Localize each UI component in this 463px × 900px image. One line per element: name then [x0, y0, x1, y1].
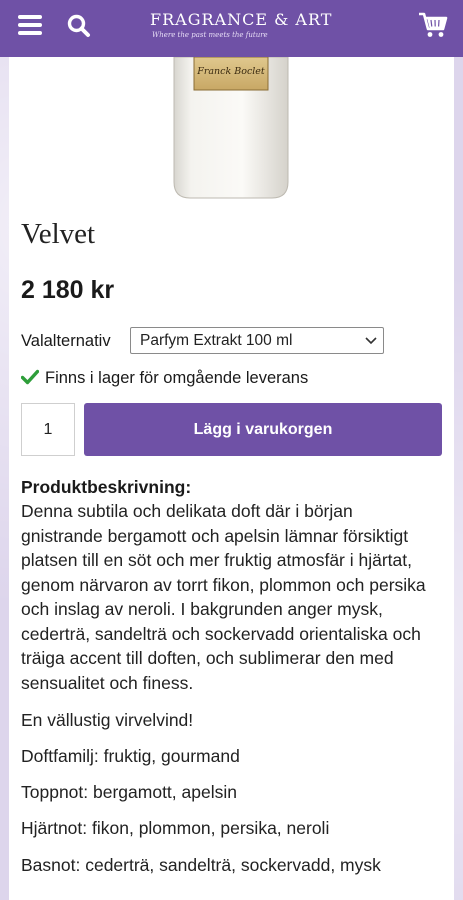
shopping-cart-icon[interactable] — [418, 11, 448, 39]
quantity-input[interactable]: 1 — [21, 403, 75, 456]
product-title: Velvet — [21, 218, 96, 250]
logo-tagline: Where the past meets the future — [152, 31, 268, 39]
stock-status-text: Finns i lager för omgående leverans — [45, 369, 309, 387]
description-line: cederträ, sandelträ och sockervadd orien… — [21, 623, 421, 644]
site-logo[interactable]: FRAGRANCE & ART Where the past meets the… — [150, 10, 333, 40]
hamburger-menu-icon[interactable] — [18, 15, 42, 35]
product-price: 2 180 kr — [21, 276, 115, 304]
chevron-down-icon — [365, 337, 377, 345]
variant-select[interactable]: Parfym Extrakt 100 ml — [130, 327, 384, 354]
variant-label: Valalternativ — [21, 332, 111, 350]
description-body: Denna subtila och delikata doft där i bö… — [21, 499, 441, 695]
heart-notes: Hjärtnot: fikon, plommon, persika, nerol… — [21, 818, 330, 838]
checkmark-icon — [21, 369, 39, 385]
fragrance-family: Doftfamilj: fruktig, gourmand — [21, 746, 240, 766]
description-line: platsen till en söt och mer fruktig atmo… — [21, 550, 412, 570]
description-line: träiga accent till doften, och sublimera… — [21, 648, 394, 668]
search-icon[interactable] — [66, 13, 92, 39]
perfume-bottle-image[interactable]: Franck Boclet — [172, 57, 290, 200]
description-line: sensualitet och finess. — [21, 672, 194, 693]
base-notes: Basnot: cederträ, sandelträ, sockervadd,… — [21, 855, 381, 875]
site-header: FRAGRANCE & ART Where the past meets the… — [0, 0, 463, 57]
description-line: Denna subtila och delikata doft där i bö… — [21, 501, 353, 521]
add-to-cart-button[interactable]: Lägg i varukorgen — [84, 403, 442, 456]
description-tagline: En vällustig virvelvind! — [21, 710, 194, 730]
logo-title: FRAGRANCE & ART — [150, 10, 333, 29]
description-line: gnistrande bergamott och apelsin lämnar … — [21, 525, 409, 546]
description-line: genom närvaron av torrt fikon, plommon o… — [21, 574, 426, 595]
variant-selected-value: Parfym Extrakt 100 ml — [140, 332, 293, 349]
bottle-label-text: Franck Boclet — [196, 66, 265, 77]
description-line: och inslag av neroli. I bakgrunden anger… — [21, 599, 383, 619]
description-heading: Produktbeskrivning: — [21, 477, 192, 497]
top-notes: Toppnot: bergamott, apelsin — [21, 782, 237, 802]
